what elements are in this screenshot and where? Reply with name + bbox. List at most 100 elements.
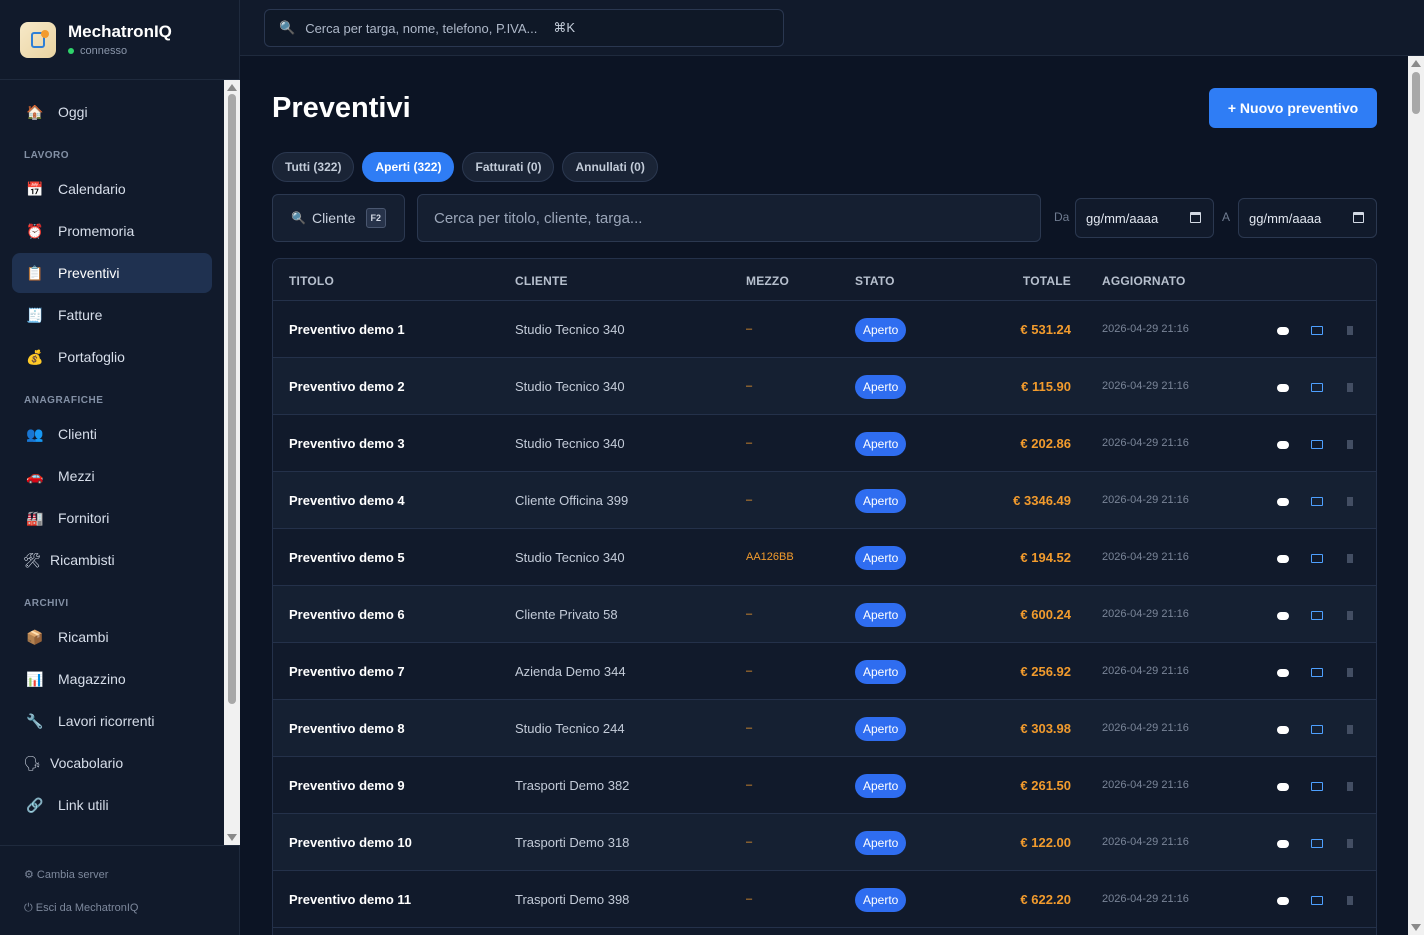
tab-fatturati[interactable]: Fatturati (0) — [462, 152, 555, 182]
scroll-down-arrow-icon[interactable] — [1411, 924, 1421, 931]
quote-title[interactable]: Preventivo demo 4 — [289, 493, 405, 508]
chat-bubble-icon[interactable] — [1277, 834, 1289, 848]
change-server-link[interactable]: ⚙ Cambia server — [24, 868, 108, 881]
sidebar-item-oggi[interactable]: 🏠 Oggi — [12, 92, 212, 132]
table-row[interactable]: Preventivo demo 1 Studio Tecnico 340 – Aper… — [273, 301, 1376, 358]
sidebar-item-lavori-ricorrenti[interactable]: 🔧 Lavori ricorrenti — [12, 701, 212, 741]
quote-title[interactable]: Preventivo demo 7 — [289, 664, 405, 679]
quote-title[interactable]: Preventivo demo 2 — [289, 379, 405, 394]
mail-icon[interactable] — [1311, 378, 1323, 392]
mail-icon[interactable] — [1311, 492, 1323, 506]
quote-client: Azienda Demo 344 — [515, 664, 626, 679]
chat-bubble-icon[interactable] — [1277, 435, 1289, 449]
table-row[interactable]: Preventivo demo 5 Studio Tecnico 340 AA126… — [273, 529, 1376, 586]
trash-icon[interactable] — [1345, 777, 1353, 791]
tab-aperti[interactable]: Aperti (322) — [362, 152, 455, 182]
sidebar-item-clienti[interactable]: 👥 Clienti — [12, 414, 212, 454]
sidebar-item-vocabolario[interactable]: 🗣 Vocabolario — [12, 743, 212, 783]
table-row[interactable]: Preventivo demo 11 Trasporti Demo 398 – Ape… — [273, 871, 1376, 928]
scroll-up-arrow-icon[interactable] — [227, 84, 237, 91]
column-header-stato[interactable]: STATO — [855, 274, 895, 288]
sidebar-item-portafoglio[interactable]: 💰 Portafoglio — [12, 337, 212, 377]
link-icon: 🔗 — [26, 796, 44, 813]
tab-annullati[interactable]: Annullati (0) — [562, 152, 658, 182]
mail-icon[interactable] — [1311, 891, 1323, 905]
trash-icon[interactable] — [1345, 834, 1353, 848]
sidebar-item-mezzi[interactable]: 🚗 Mezzi — [12, 456, 212, 496]
column-header-aggiornato[interactable]: AGGIORNATO — [1102, 274, 1186, 288]
mail-icon[interactable] — [1311, 435, 1323, 449]
client-filter-button[interactable]: 🔍 Cliente F2 — [272, 194, 405, 242]
quote-title[interactable]: Preventivo demo 5 — [289, 550, 405, 565]
sidebar-item-fornitori[interactable]: 🏭 Fornitori — [12, 498, 212, 538]
sidebar-scrollbar[interactable] — [224, 80, 240, 845]
chat-bubble-icon[interactable] — [1277, 492, 1289, 506]
sidebar-item-fatture[interactable]: 🧾 Fatture — [12, 295, 212, 335]
table-row[interactable]: Preventivo demo 3 Studio Tecnico 340 – Aper… — [273, 415, 1376, 472]
date-to-input[interactable]: gg/mm/aaaa — [1238, 198, 1377, 238]
quote-search-input[interactable]: Cerca per titolo, cliente, targa... — [417, 194, 1041, 242]
trash-icon[interactable] — [1345, 606, 1353, 620]
scroll-up-arrow-icon[interactable] — [1411, 60, 1421, 67]
calendar-picker-icon[interactable] — [1190, 212, 1201, 223]
chat-bubble-icon[interactable] — [1277, 663, 1289, 677]
column-header-totale[interactable]: TOTALE — [1023, 274, 1071, 288]
global-search-input[interactable]: 🔍 Cerca per targa, nome, telefono, P.IVA… — [264, 9, 784, 47]
trash-icon[interactable] — [1345, 891, 1353, 905]
trash-icon[interactable] — [1345, 321, 1353, 335]
table-row[interactable]: Preventivo demo 7 Azienda Demo 344 – Aperto… — [273, 643, 1376, 700]
chat-bubble-icon[interactable] — [1277, 777, 1289, 791]
sidebar-item-ricambisti[interactable]: 🛠 Ricambisti — [12, 540, 212, 580]
table-row[interactable]: Preventivo demo 8 Studio Tecnico 244 – Aper… — [273, 700, 1376, 757]
quote-title[interactable]: Preventivo demo 1 — [289, 322, 405, 337]
sidebar-item-ricambi[interactable]: 📦 Ricambi — [12, 617, 212, 657]
sidebar-item-promemoria[interactable]: ⏰ Promemoria — [12, 211, 212, 251]
chat-bubble-icon[interactable] — [1277, 606, 1289, 620]
column-header-cliente[interactable]: CLIENTE — [515, 274, 568, 288]
main-scrollbar[interactable] — [1408, 56, 1424, 935]
scrollbar-thumb[interactable] — [228, 94, 236, 704]
trash-icon[interactable] — [1345, 663, 1353, 677]
mail-icon[interactable] — [1311, 549, 1323, 563]
chat-bubble-icon[interactable] — [1277, 321, 1289, 335]
trash-icon[interactable] — [1345, 378, 1353, 392]
new-quote-button[interactable]: + Nuovo preventivo — [1209, 88, 1377, 128]
trash-icon[interactable] — [1345, 720, 1353, 734]
quote-title[interactable]: Preventivo demo 11 — [289, 892, 411, 907]
quote-title[interactable]: Preventivo demo 8 — [289, 721, 405, 736]
trash-icon[interactable] — [1345, 549, 1353, 563]
quote-title[interactable]: Preventivo demo 3 — [289, 436, 405, 451]
quote-title[interactable]: Preventivo demo 6 — [289, 607, 405, 622]
chat-bubble-icon[interactable] — [1277, 891, 1289, 905]
chat-bubble-icon[interactable] — [1277, 378, 1289, 392]
mail-icon[interactable] — [1311, 321, 1323, 335]
logout-link[interactable]: ⏻ Esci da MechatronIQ — [24, 902, 138, 915]
scrollbar-thumb[interactable] — [1412, 72, 1420, 114]
table-row[interactable]: Preventivo demo 4 Cliente Officina 399 – Ap… — [273, 472, 1376, 529]
table-row[interactable]: Preventivo demo 6 Cliente Privato 58 – Aper… — [273, 586, 1376, 643]
tab-tutti[interactable]: Tutti (322) — [272, 152, 355, 182]
sidebar-item-calendario[interactable]: 📅 Calendario — [12, 169, 212, 209]
table-row[interactable]: Preventivo demo 9 Trasporti Demo 382 – Aper… — [273, 757, 1376, 814]
mail-icon[interactable] — [1311, 777, 1323, 791]
trash-icon[interactable] — [1345, 492, 1353, 506]
scroll-down-arrow-icon[interactable] — [227, 834, 237, 841]
quote-title[interactable]: Preventivo demo 9 — [289, 778, 405, 793]
sidebar-item-link-utili[interactable]: 🔗 Link utili — [12, 785, 212, 825]
date-from-input[interactable]: gg/mm/aaaa — [1075, 198, 1214, 238]
column-header-titolo[interactable]: TITOLO — [289, 274, 334, 288]
table-row[interactable]: Preventivo demo 2 Studio Tecnico 340 – Aper… — [273, 358, 1376, 415]
calendar-picker-icon[interactable] — [1353, 212, 1364, 223]
mail-icon[interactable] — [1311, 720, 1323, 734]
mail-icon[interactable] — [1311, 606, 1323, 620]
chat-bubble-icon[interactable] — [1277, 720, 1289, 734]
chat-bubble-icon[interactable] — [1277, 549, 1289, 563]
quote-title[interactable]: Preventivo demo 10 — [289, 835, 412, 850]
sidebar-item-preventivi[interactable]: 📋 Preventivi — [12, 253, 212, 293]
trash-icon[interactable] — [1345, 435, 1353, 449]
mail-icon[interactable] — [1311, 834, 1323, 848]
column-header-mezzo[interactable]: MEZZO — [746, 274, 789, 288]
mail-icon[interactable] — [1311, 663, 1323, 677]
table-row[interactable]: Preventivo demo 10 Trasporti Demo 318 – Ape… — [273, 814, 1376, 871]
sidebar-item-magazzino[interactable]: 📊 Magazzino — [12, 659, 212, 699]
